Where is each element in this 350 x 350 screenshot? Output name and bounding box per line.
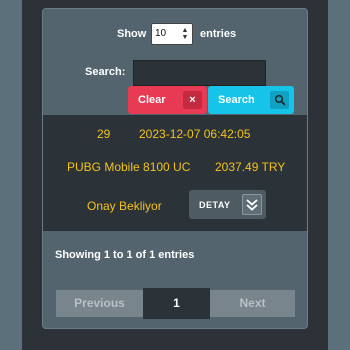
search-input[interactable] bbox=[133, 60, 266, 86]
next-page-button[interactable]: Next bbox=[210, 290, 295, 317]
table-row: 29 2023-12-07 06:42:05 PUBG Mobile 8100 … bbox=[43, 115, 307, 231]
order-datetime: 2023-12-07 06:42:05 bbox=[139, 127, 251, 141]
detail-button[interactable]: DETAY bbox=[189, 190, 266, 219]
magnifier-icon bbox=[270, 91, 289, 109]
order-amount: 2037.49 TRY bbox=[215, 160, 286, 174]
table-info: Showing 1 to 1 of 1 entries bbox=[55, 249, 195, 261]
search-button-label: Search bbox=[218, 94, 255, 106]
previous-page-button[interactable]: Previous bbox=[56, 290, 143, 317]
entries-label: entries bbox=[200, 28, 237, 40]
clear-button-label: Clear bbox=[138, 94, 166, 106]
orders-table-card: Show 10 ▲ ▼ entries Search: Clear × Searc… bbox=[42, 8, 308, 329]
search-label: Search: bbox=[85, 66, 126, 78]
close-icon: × bbox=[183, 91, 202, 109]
order-product: PUBG Mobile 8100 UC bbox=[67, 160, 191, 174]
sort-arrows-icon: ▲ ▼ bbox=[181, 27, 189, 41]
current-page-button[interactable]: 1 bbox=[143, 288, 210, 319]
order-id: 29 bbox=[97, 127, 111, 141]
order-status: Onay Bekliyor bbox=[87, 199, 162, 213]
double-chevron-down-icon bbox=[242, 194, 262, 215]
clear-button[interactable]: Clear × bbox=[128, 86, 207, 114]
page-size-select[interactable]: 10 ▲ ▼ bbox=[151, 23, 193, 45]
show-label: Show bbox=[117, 28, 147, 40]
search-button[interactable]: Search bbox=[208, 86, 294, 114]
detail-button-label: DETAY bbox=[199, 200, 231, 210]
page-size-value: 10 bbox=[155, 28, 167, 39]
